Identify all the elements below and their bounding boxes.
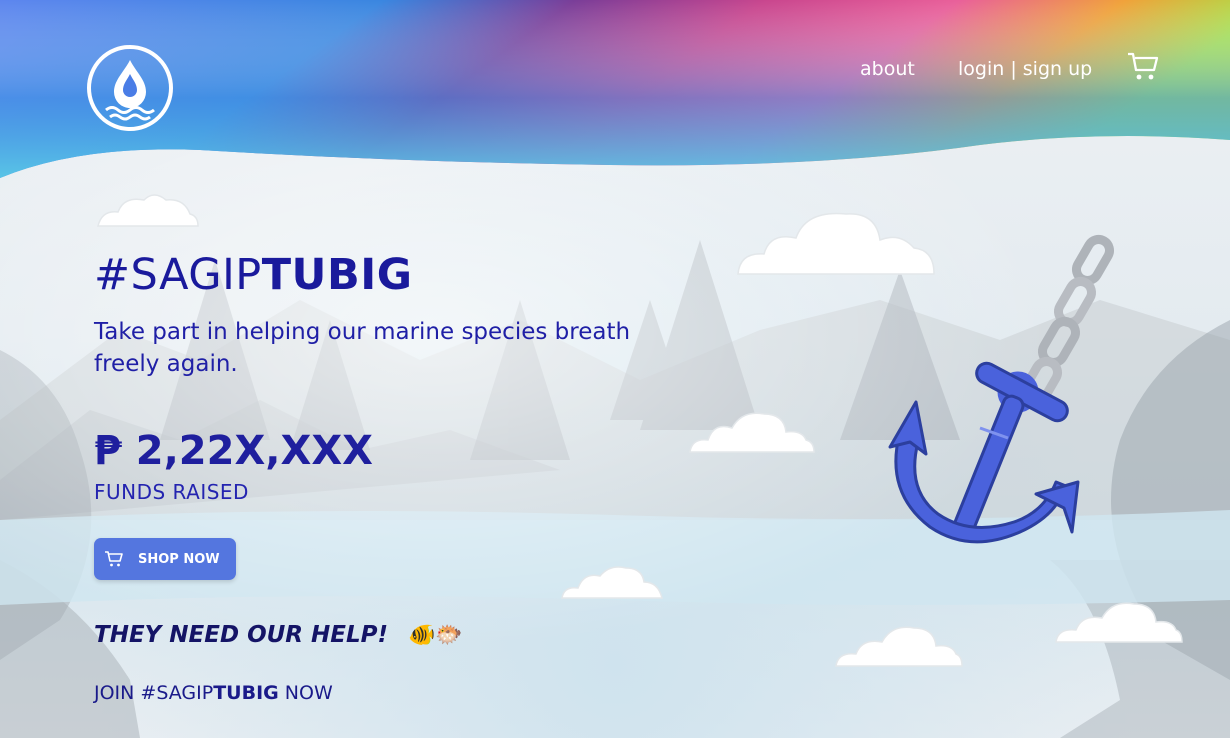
shopping-cart-icon	[105, 551, 123, 567]
water-drop-logo-icon[interactable]	[86, 44, 174, 132]
join-suffix: NOW	[278, 682, 333, 704]
shop-now-button[interactable]: SHOP NOW	[94, 538, 236, 580]
funds-amount: ₱ 2,22X,XXX	[94, 428, 374, 474]
cloud	[97, 194, 199, 227]
funds-label: FUNDS RAISED	[94, 480, 249, 504]
title-bold: TUBIG	[261, 250, 413, 300]
hero-subtitle: Take part in helping our marine species …	[94, 319, 631, 377]
fish-emoji-icon: 🐠🐡	[408, 623, 463, 648]
page-title: #SAGIPTUBIG	[94, 250, 413, 300]
nav-about-link[interactable]: about	[860, 58, 915, 80]
title-prefix: #SAGIP	[94, 250, 262, 300]
anchor-icon	[888, 234, 1114, 544]
shop-now-label: SHOP NOW	[138, 551, 220, 567]
join-cta[interactable]: JOIN #SAGIPTUBIG NOW	[94, 682, 333, 704]
help-heading: THEY NEED OUR HELP!	[94, 622, 388, 648]
header-wave	[0, 0, 1230, 178]
nav-login-signup-link[interactable]: login | sign up	[958, 58, 1092, 80]
join-prefix: JOIN #SAGIP	[94, 682, 214, 704]
join-bold: TUBIG	[213, 682, 279, 704]
cloud	[1055, 602, 1183, 643]
cloud	[835, 626, 963, 667]
cloud	[689, 412, 815, 453]
shopping-cart-icon[interactable]	[1126, 50, 1160, 82]
cloud	[561, 566, 663, 599]
